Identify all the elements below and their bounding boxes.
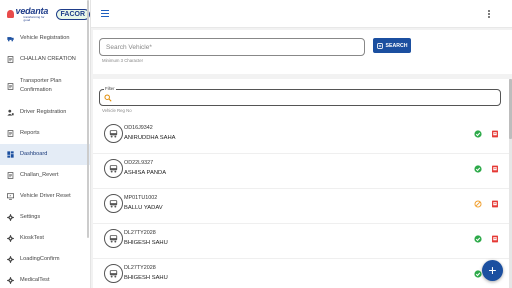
filter-input[interactable]: Filter	[99, 86, 501, 106]
search-button-label: SEARCH	[385, 42, 408, 49]
driver-name: BHIGESH SAHU	[124, 240, 168, 246]
sidebar-item-label: LoadingConfirm	[20, 256, 60, 262]
sidebar-item-reports[interactable]: Reports	[0, 123, 90, 144]
sidebar-item-dashboard[interactable]: Dashboard	[0, 144, 90, 165]
menu-icon[interactable]	[101, 10, 109, 17]
truck-icon	[104, 194, 123, 213]
dashboard-icon	[7, 151, 14, 158]
search-icon	[104, 94, 112, 102]
sidebar-item-challan-creation[interactable]: CHALLAN CREATION	[0, 49, 90, 70]
monitor-icon	[7, 193, 14, 200]
search-vehicle-input[interactable]: Search Vehicle*	[99, 38, 365, 56]
add-button[interactable]: +	[482, 260, 503, 281]
list-item[interactable]: OD16J9342 ANIRUDDHA SAHA	[93, 118, 512, 154]
top-bar	[91, 0, 512, 28]
sidebar-item-label: Challan_Revert	[20, 172, 59, 178]
list-item[interactable]: DL27TY2028 BHIGESH SAHU	[93, 258, 512, 288]
vehicle-list-panel: Filter Vehicle Reg No OD16J9342 ANIRUDDHA…	[93, 79, 512, 288]
driver-name: BHIGESH SAHU	[124, 275, 168, 281]
truck-icon	[104, 264, 123, 283]
filter-label: Filter	[104, 86, 116, 91]
partner-logo: FACOR	[55, 8, 90, 20]
document-icon	[7, 82, 14, 90]
search-button[interactable]: SEARCH	[373, 38, 411, 53]
sidebar-item-loadingconfirm[interactable]: LoadingConfirm	[0, 249, 90, 270]
vehicle-reg-no: DL27TY2028	[124, 265, 156, 271]
list-item[interactable]: MP01TU1002 BALLU YADAV	[93, 188, 512, 224]
truck-icon	[7, 35, 14, 42]
sidebar-item-label: Vehicle Registration	[20, 35, 70, 41]
sidebar-item-label: MedicalTest	[20, 277, 50, 283]
sidebar-item-medicaltest[interactable]: MedicalTest	[0, 270, 90, 288]
sidebar-item-label: Dashboard	[20, 151, 48, 157]
document-icon	[7, 172, 14, 179]
document-icon[interactable]	[491, 195, 499, 208]
sidebar-item-label: KioskTest	[20, 235, 44, 241]
document-icon	[7, 130, 14, 137]
sidebar-item-transporter-plan-confirmation[interactable]: Transporter Plan Confirmation	[0, 70, 90, 102]
logo: vedanta transforming for good FACOR	[0, 0, 90, 28]
truck-icon	[104, 124, 123, 143]
gear-icon	[7, 277, 14, 284]
driver-name: ANIRUDDHA SAHA	[124, 135, 176, 141]
document-icon[interactable]	[491, 230, 499, 243]
gear-icon	[7, 235, 14, 242]
search-hint: Minimum 3 Character	[102, 58, 144, 63]
document-icon[interactable]	[491, 125, 499, 138]
document-icon	[7, 56, 14, 63]
driver-name: BALLU YADAV	[124, 205, 163, 211]
document-icon[interactable]	[491, 160, 499, 173]
list-item[interactable]: OD22L9327 ASHISA PANDA	[93, 153, 512, 189]
truck-icon	[104, 159, 123, 178]
more-options-icon[interactable]	[488, 10, 490, 18]
sidebar-item-kiosktest[interactable]: KioskTest	[0, 228, 90, 249]
sidebar: vedanta transforming for good FACOR Vehi…	[0, 0, 91, 288]
gear-icon	[7, 256, 14, 263]
filter-hint: Vehicle Reg No	[102, 108, 132, 113]
sidebar-scrollbar[interactable]	[87, 0, 89, 238]
driver-name: ASHISA PANDA	[124, 170, 167, 176]
vehicle-reg-no: MP01TU1002	[124, 195, 158, 201]
sidebar-item-label: CHALLAN CREATION	[20, 56, 76, 62]
sidebar-item-label: Driver Registration	[20, 109, 67, 115]
brand-tagline: transforming for good	[23, 14, 45, 22]
sidebar-item-label: Transporter Plan Confirmation	[20, 78, 62, 93]
truck-icon	[104, 229, 123, 248]
search-placeholder: Search Vehicle*	[106, 43, 152, 51]
vehicle-reg-no: DL27TY2028	[124, 230, 156, 236]
list-item[interactable]: DL27TY2028 BHIGESH SAHU	[93, 223, 512, 259]
person-icon	[7, 109, 14, 116]
sidebar-item-driver-registration[interactable]: Driver Registration	[0, 102, 90, 123]
sidebar-item-label: Reports	[20, 130, 40, 136]
check-circle-icon[interactable]	[474, 160, 482, 173]
blocked-status-icon[interactable]	[474, 195, 482, 208]
check-circle-icon[interactable]	[474, 230, 482, 243]
sidebar-item-vehicle-driver-reset[interactable]: Vehicle Driver Reset	[0, 186, 90, 207]
vehicle-reg-no: OD16J9342	[124, 125, 153, 131]
vehicle-reg-no: OD22L9327	[124, 160, 154, 166]
check-circle-icon[interactable]	[474, 265, 482, 278]
sidebar-item-vehicle-registration[interactable]: Vehicle Registration	[0, 28, 90, 49]
sidebar-item-settings[interactable]: Settings	[0, 207, 90, 228]
gear-icon	[7, 214, 14, 221]
sidebar-item-label: Settings	[20, 214, 41, 220]
check-circle-icon[interactable]	[474, 125, 482, 138]
search-panel: Search Vehicle* Minimum 3 Character SEAR…	[93, 30, 512, 74]
sidebar-item-label: Vehicle Driver Reset	[20, 193, 71, 199]
sidebar-item-challan-revert[interactable]: Challan_Revert	[0, 165, 90, 186]
search-button-icon	[376, 42, 383, 49]
vedanta-logo-mark	[7, 10, 14, 18]
